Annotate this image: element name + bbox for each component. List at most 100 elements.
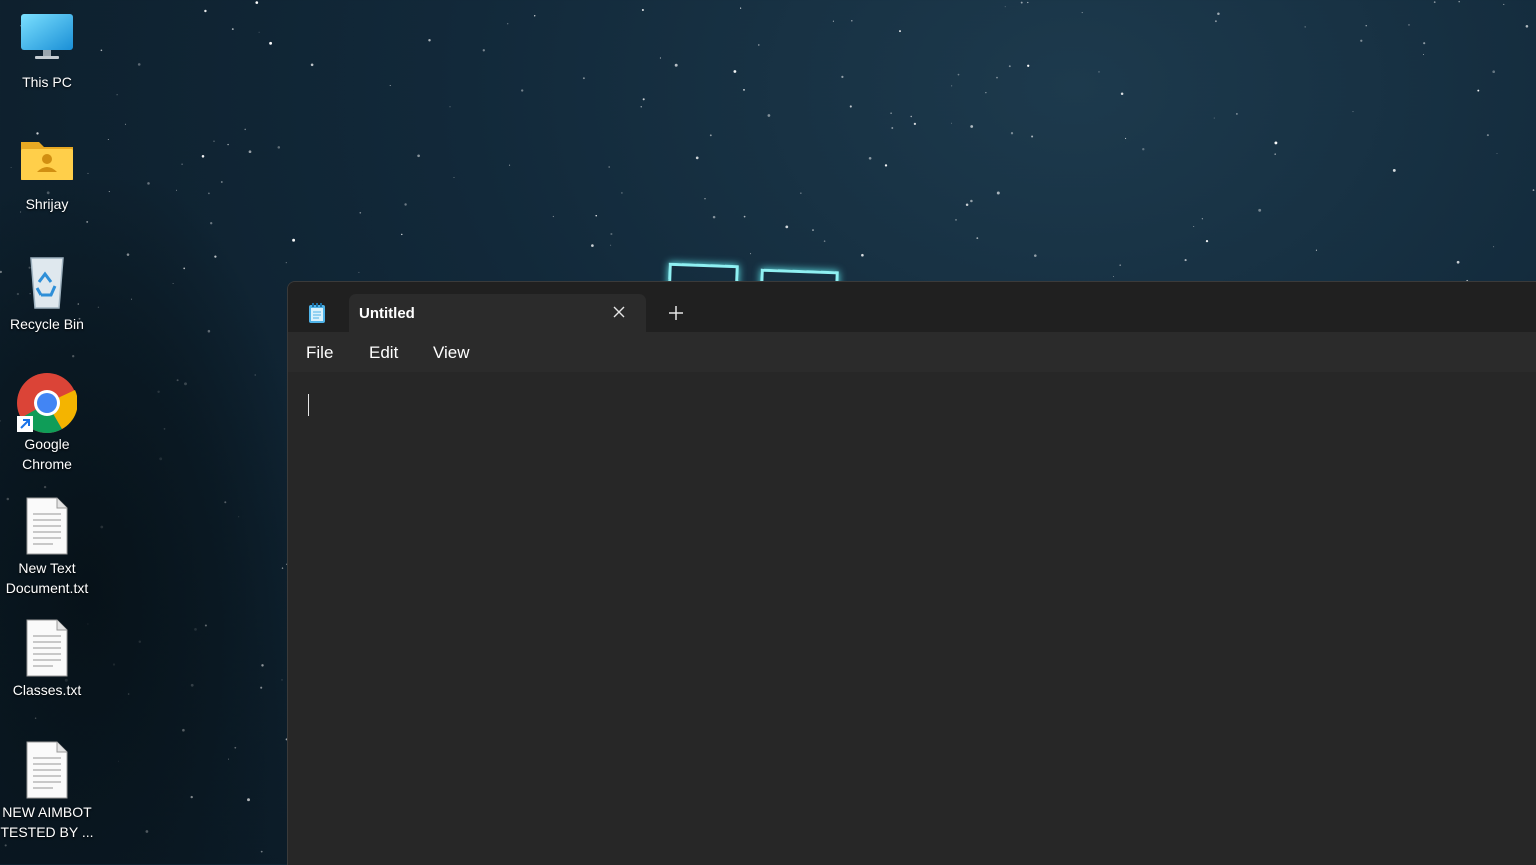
text-file-icon: [17, 740, 77, 800]
star: [868, 156, 872, 160]
menu-view[interactable]: View: [433, 343, 470, 363]
star: [1027, 64, 1030, 67]
star: [213, 140, 215, 142]
star: [1496, 152, 1498, 155]
star: [841, 75, 844, 79]
tab-title: Untitled: [359, 305, 415, 322]
star: [851, 20, 853, 22]
star: [740, 7, 742, 9]
star: [899, 30, 901, 33]
star: [507, 23, 509, 25]
star: [1477, 89, 1480, 92]
star: [107, 139, 109, 140]
star: [1503, 3, 1505, 5]
star: [100, 49, 103, 52]
star: [849, 105, 852, 108]
star: [733, 70, 737, 73]
star: [204, 9, 207, 13]
star: [1274, 153, 1276, 155]
desktop-icon-recycle-bin[interactable]: Recycle Bin: [0, 252, 94, 334]
star: [1142, 148, 1145, 151]
desktop-icon-shrijay[interactable]: Shrijay: [0, 132, 94, 214]
desktop-icon-label: Shrijay: [25, 196, 69, 212]
star: [1456, 260, 1460, 264]
star: [269, 41, 273, 45]
text-caret: [308, 394, 309, 416]
star: [750, 253, 752, 255]
star: [401, 233, 403, 236]
star: [951, 122, 952, 124]
user-folder-icon: [17, 132, 77, 192]
star: [1493, 246, 1495, 248]
star: [704, 198, 706, 200]
star: [1236, 113, 1238, 115]
star: [359, 211, 362, 214]
tab-untitled[interactable]: Untitled: [349, 294, 646, 332]
star: [244, 128, 246, 131]
desktop-icon-new-text-document[interactable]: New Text Document.txt: [0, 496, 94, 598]
star: [709, 134, 712, 137]
star: [1433, 1, 1436, 3]
star: [1112, 275, 1114, 277]
star: [965, 203, 969, 207]
star: [1392, 168, 1396, 172]
star: [137, 63, 141, 66]
star: [970, 125, 974, 128]
star: [258, 31, 260, 33]
desktop-icon-google-chrome[interactable]: Google Chrome: [0, 372, 94, 474]
star: [1423, 53, 1424, 55]
star: [1031, 135, 1034, 138]
desktop-icon-label: This PC: [22, 74, 72, 90]
desktop-icon-new-aimbot[interactable]: NEW AIMBOT TESTED BY ...: [0, 740, 94, 842]
star: [1205, 239, 1209, 243]
star: [1201, 218, 1203, 220]
title-bar[interactable]: Untitled: [288, 282, 1536, 332]
star: [800, 192, 802, 194]
menu-edit[interactable]: Edit: [369, 343, 398, 363]
star: [610, 232, 613, 236]
star: [255, 1, 259, 4]
star: [1010, 132, 1014, 135]
star: [1486, 134, 1489, 137]
star: [890, 112, 892, 115]
star: [985, 92, 987, 94]
close-icon[interactable]: [610, 303, 628, 321]
star: [812, 229, 814, 232]
star: [595, 214, 597, 217]
desktop-icon-this-pc[interactable]: This PC: [0, 10, 94, 92]
menu-file[interactable]: File: [306, 343, 333, 363]
desktop-icon-classes-txt[interactable]: Classes.txt: [0, 618, 94, 700]
star: [552, 215, 555, 218]
star: [277, 146, 281, 149]
star: [823, 240, 826, 242]
star: [534, 15, 536, 17]
star: [1081, 12, 1083, 14]
star: [227, 143, 229, 146]
star: [695, 156, 699, 160]
star: [955, 219, 957, 221]
star: [1027, 1, 1029, 4]
star: [608, 166, 611, 168]
star: [861, 253, 864, 257]
desktop-icon-label: Classes.txt: [12, 682, 82, 698]
star: [1360, 39, 1363, 42]
text-file-icon: [17, 618, 77, 678]
star: [1193, 225, 1195, 228]
star: [913, 122, 917, 126]
star: [996, 76, 998, 79]
star: [712, 215, 716, 219]
star: [1120, 92, 1124, 96]
star: [640, 106, 642, 108]
star: [404, 203, 407, 206]
menu-bar: File Edit View: [288, 332, 1536, 372]
text-editor-area[interactable]: [288, 372, 1536, 865]
star: [124, 123, 127, 125]
plus-icon[interactable]: [666, 303, 686, 323]
star: [417, 154, 420, 158]
star: [1217, 12, 1220, 15]
star: [509, 164, 511, 166]
star: [767, 114, 771, 117]
star: [1532, 189, 1535, 191]
star: [659, 57, 661, 59]
star: [482, 49, 485, 52]
